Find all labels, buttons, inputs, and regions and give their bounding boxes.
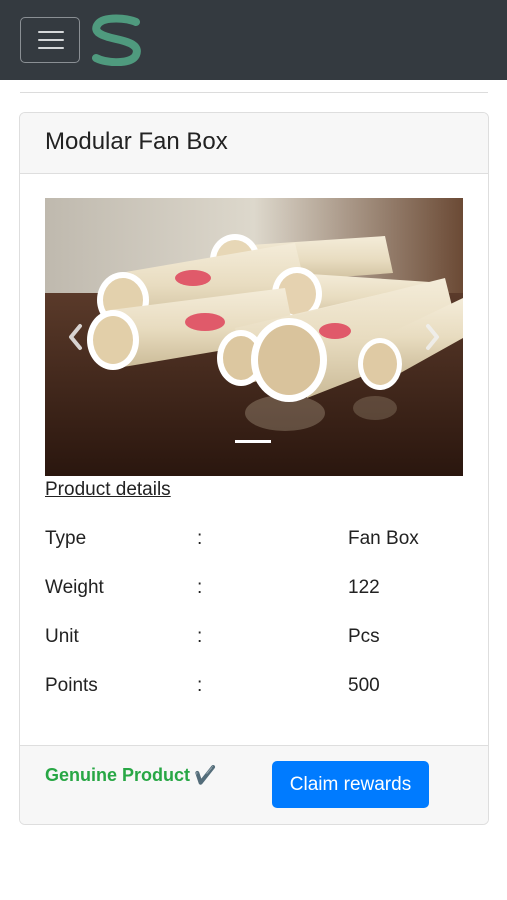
detail-label: Weight	[45, 577, 104, 598]
detail-value: Fan Box	[348, 528, 419, 549]
navbar-toggle-button[interactable]	[20, 17, 80, 63]
chevron-right-icon	[426, 324, 439, 350]
detail-value: 500	[348, 675, 380, 696]
detail-separator: :	[197, 675, 203, 696]
genuine-product-text: Genuine Product	[45, 765, 191, 785]
detail-value: 122	[348, 577, 380, 598]
hamburger-icon-bar	[38, 39, 64, 41]
product-photo	[45, 198, 463, 476]
s-logo-icon[interactable]	[90, 14, 144, 66]
detail-label: Points	[45, 675, 98, 696]
detail-value: Pcs	[348, 626, 380, 647]
detail-row-unit: Unit : Pcs	[45, 626, 465, 650]
detail-label: Type	[45, 528, 87, 549]
detail-separator: :	[197, 528, 203, 549]
chevron-left-icon	[69, 324, 82, 350]
detail-separator: :	[197, 626, 203, 647]
top-navbar	[0, 0, 507, 80]
divider	[20, 92, 488, 93]
detail-row-type: Type : Fan Box	[45, 528, 465, 552]
claim-rewards-button[interactable]: Claim rewards	[272, 761, 429, 808]
product-card: Modular Fan Box Product details Type: F…	[19, 112, 489, 825]
detail-row-weight: Weight : 122	[45, 577, 465, 601]
product-carousel[interactable]	[45, 198, 463, 476]
detail-separator: :	[197, 577, 203, 598]
product-title: Modular Fan Box	[45, 128, 228, 155]
product-details-link[interactable]: Product details	[45, 479, 171, 501]
carousel-indicator-1[interactable]	[235, 440, 271, 443]
carousel-next-button[interactable]	[423, 319, 443, 355]
carousel-prev-button[interactable]	[65, 319, 85, 355]
check-icon: ✔️	[194, 765, 217, 785]
detail-label: Unit	[45, 626, 79, 647]
card-header: Modular Fan Box	[20, 113, 488, 174]
genuine-product-badge: Genuine Product ✔️	[45, 765, 216, 786]
hamburger-icon	[38, 31, 64, 33]
detail-row-points: Points : 500	[45, 675, 465, 699]
hamburger-icon-bar	[38, 47, 64, 49]
card-footer: Genuine Product ✔️ Claim rewards	[20, 745, 488, 824]
